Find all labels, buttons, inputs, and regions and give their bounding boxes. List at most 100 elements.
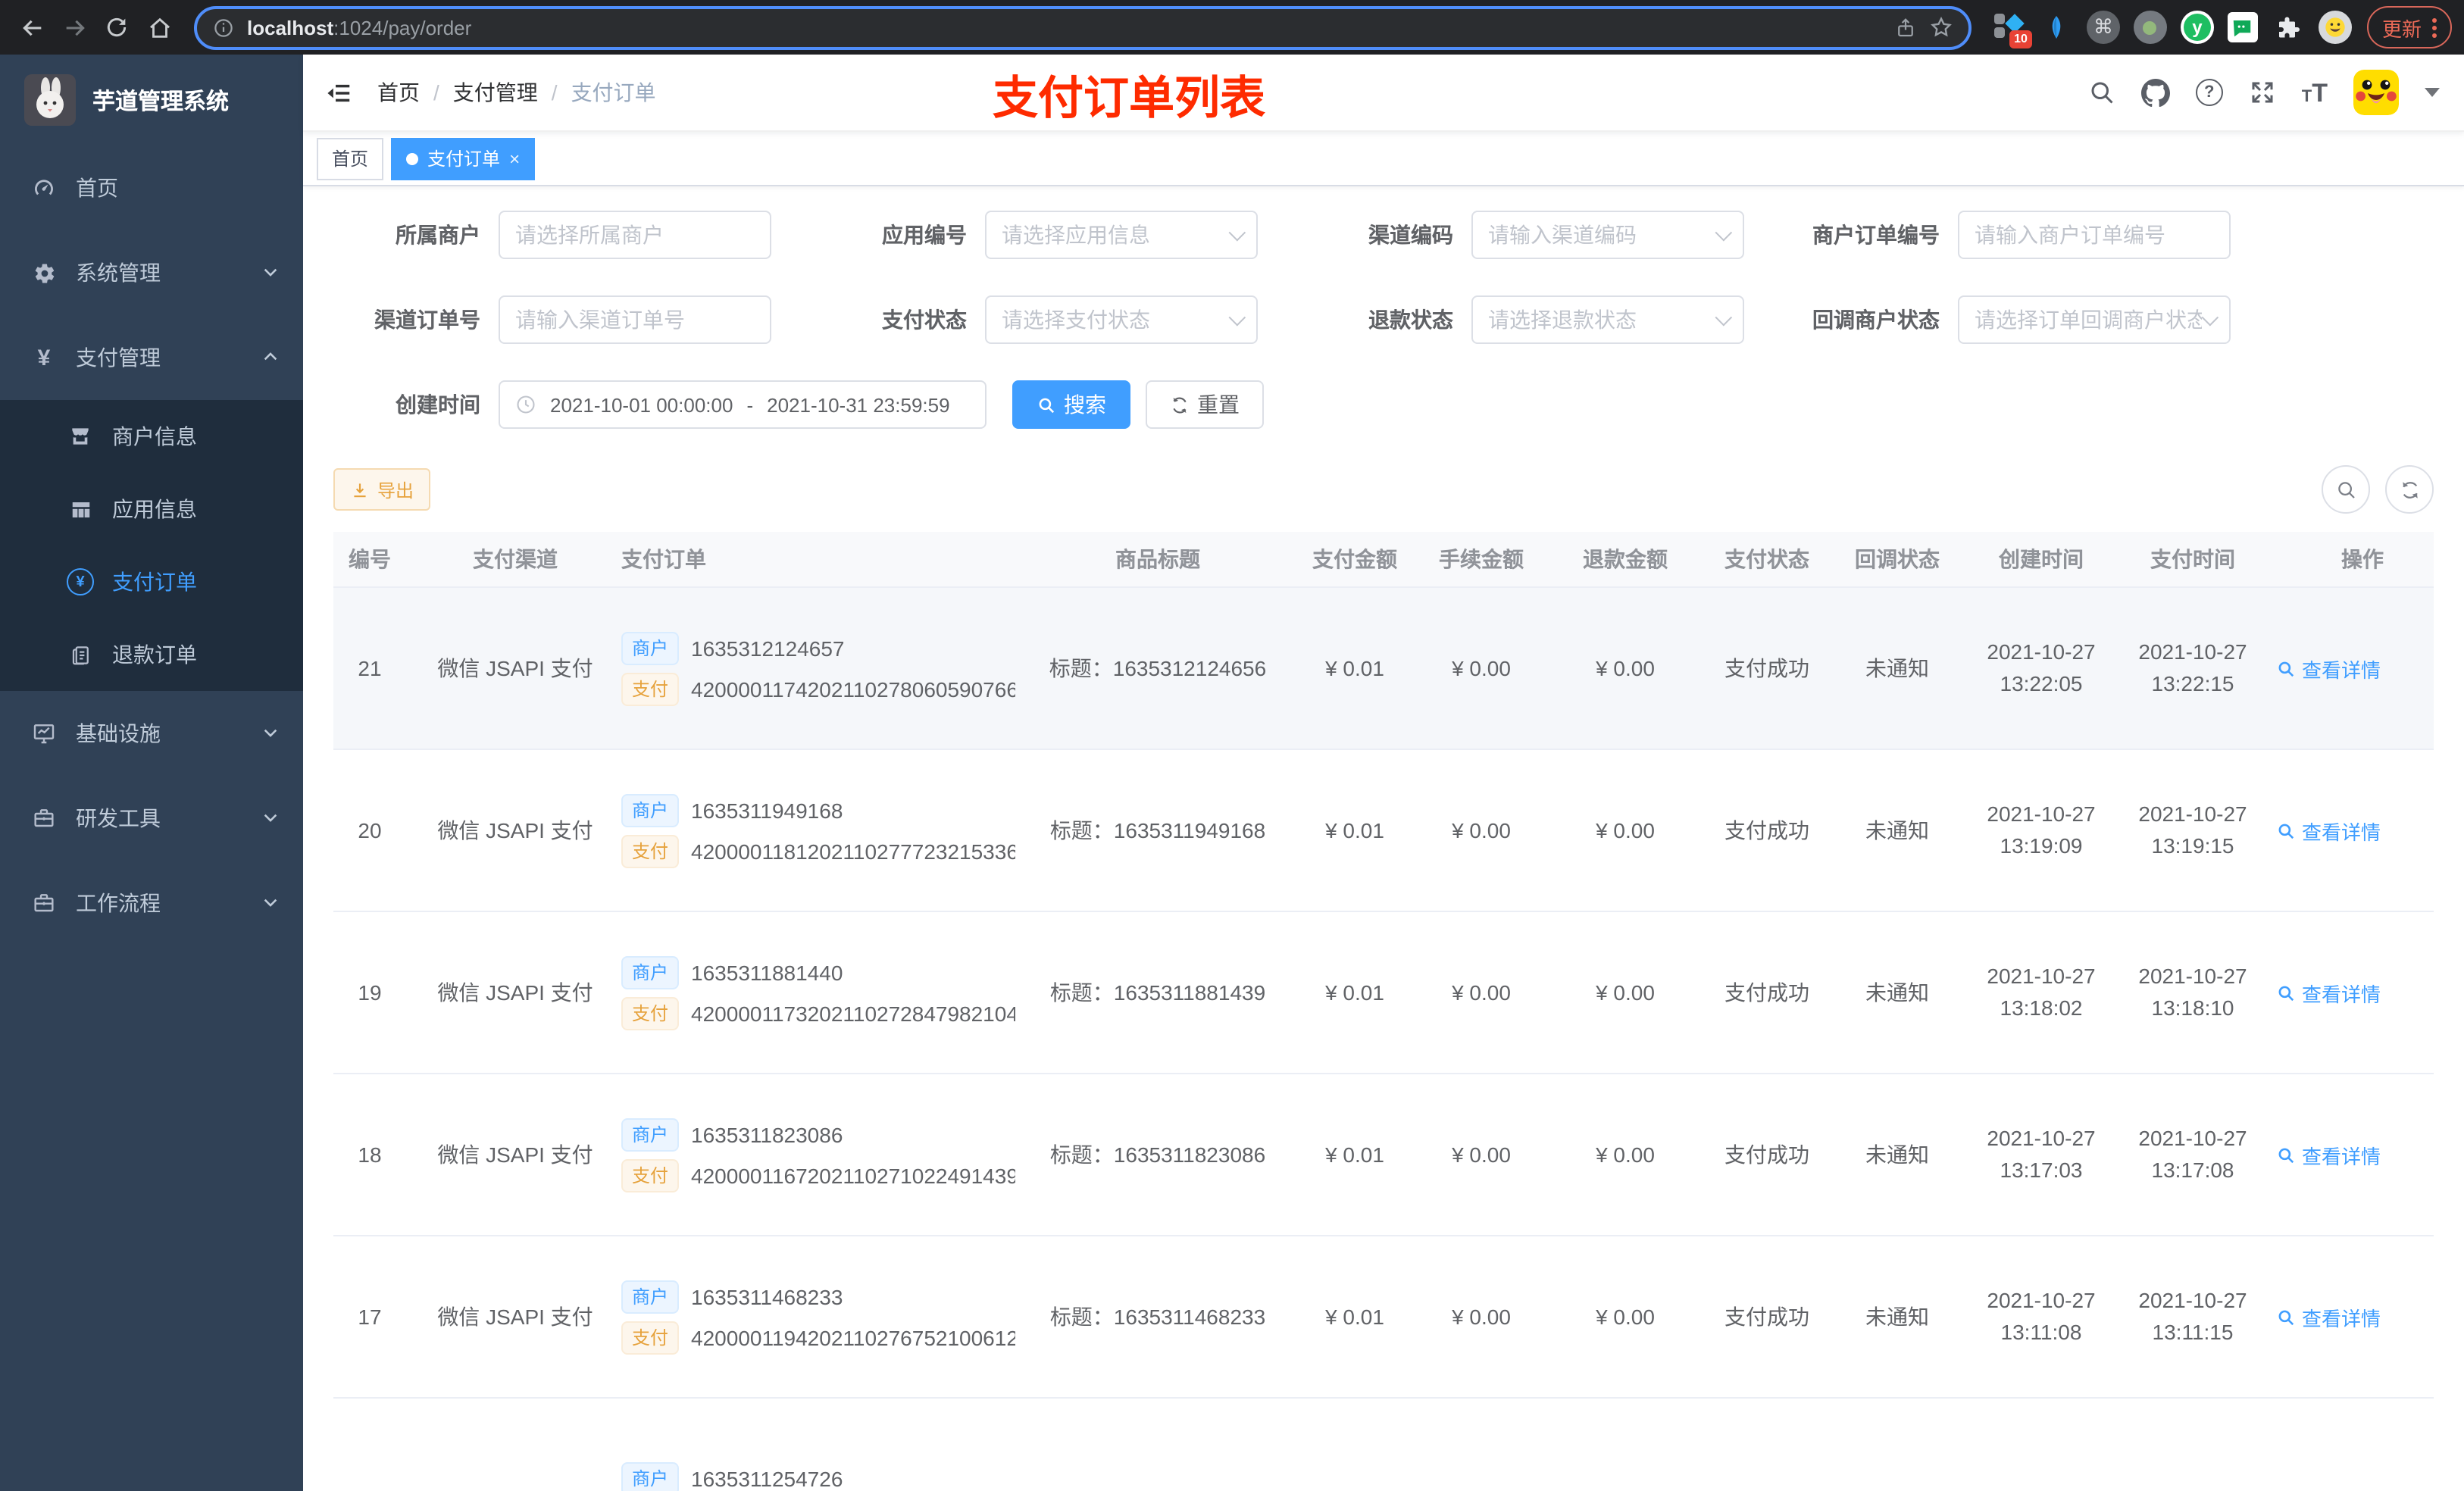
export-button[interactable]: 导出	[333, 468, 431, 511]
cell-channel	[424, 1398, 606, 1491]
reset-button-label: 重置	[1197, 392, 1240, 417]
sidebar-item-label: 工作流程	[76, 891, 161, 915]
sidebar-item-payment[interactable]: ¥ 支付管理	[0, 315, 303, 400]
bookmark-star-icon[interactable]	[1929, 15, 1953, 39]
profile-emoji-icon[interactable]	[2318, 11, 2352, 44]
fullscreen-icon[interactable]	[2249, 79, 2276, 106]
reload-icon[interactable]	[97, 8, 136, 47]
cell-action: 查看详情	[2261, 1074, 2434, 1236]
cell-action: 查看详情	[2261, 1236, 2434, 1399]
placeholder-text: 请输入渠道编码	[1488, 223, 1637, 247]
yen-circle-icon: ¥	[67, 568, 94, 595]
extension-command-icon[interactable]: ⌘	[2086, 11, 2120, 44]
filter-merchant-input[interactable]: 请选择所属商户	[499, 211, 771, 259]
browser-menu-icon[interactable]	[2432, 17, 2437, 37]
merchant-tag: 商户	[621, 955, 680, 989]
chrome-update-button[interactable]: 更新	[2366, 6, 2452, 48]
extension-y-icon[interactable]: y	[2180, 11, 2214, 44]
search-icon[interactable]	[2088, 79, 2115, 106]
col-header-refund: 退款金额	[1553, 532, 1697, 588]
sidebar-item-workflow[interactable]: 工作流程	[0, 861, 303, 946]
tab-pay-order[interactable]: 支付订单 ×	[391, 137, 536, 180]
orders-table-wrap: 编号 支付渠道 支付订单 商品标题 支付金额 手续金额 退款金额 支付状态 回调状态 创建时间 支付…	[333, 532, 2434, 1491]
address-bar[interactable]: localhost:1024/pay/order	[194, 5, 1972, 49]
browser-toolbar: localhost:1024/pay/order 10 ⌘ y 更新	[0, 0, 2464, 55]
font-size-icon[interactable]: TT	[2302, 80, 2328, 105]
toggle-search-icon[interactable]	[2322, 465, 2370, 514]
extension-chat-icon[interactable]	[2227, 12, 2258, 42]
sidebar-item-app-info[interactable]: 应用信息	[0, 473, 303, 545]
close-icon[interactable]: ×	[509, 149, 520, 167]
home-icon[interactable]	[139, 8, 179, 47]
view-detail-link[interactable]: 查看详情	[2276, 1140, 2381, 1169]
filter-field-merchant: 所属商户 请选择所属商户	[333, 211, 771, 259]
sidebar-item-infra[interactable]: 基础设施	[0, 691, 303, 776]
paid-time: 13:22:15	[2151, 671, 2234, 695]
extension-vue-devtools-icon[interactable]: 10	[1993, 11, 2032, 48]
filter-pay-status-select[interactable]: 请选择支付状态	[985, 295, 1258, 344]
sidebar-collapse-icon[interactable]	[324, 78, 353, 107]
magnifier-icon	[2278, 823, 2294, 839]
tab-home[interactable]: 首页	[317, 137, 384, 180]
date-range-picker[interactable]: 2021-10-01 00:00:00 - 2021-10-31 23:59:5…	[499, 380, 987, 429]
sidebar-item-pay-order[interactable]: ¥ 支付订单	[0, 545, 303, 618]
view-detail-link[interactable]: 查看详情	[2276, 1302, 2381, 1331]
filter-app-id-select[interactable]: 请选择应用信息	[985, 211, 1258, 259]
sidebar-item-label: 支付订单	[112, 570, 197, 594]
cell-fee	[1409, 1398, 1553, 1491]
col-header-amount: 支付金额	[1300, 532, 1409, 588]
sidebar-item-home[interactable]: 首页	[0, 145, 303, 230]
table-row-partial: 商户 1635311254726	[333, 1398, 2434, 1491]
view-detail-label: 查看详情	[2302, 1145, 2381, 1167]
filter-label-notify-status: 回调商户状态	[1812, 308, 1940, 332]
extension-balloon-icon[interactable]	[2040, 11, 2073, 44]
refresh-icon[interactable]	[2385, 465, 2434, 514]
sidebar-item-system[interactable]: 系统管理	[0, 230, 303, 315]
active-dot	[406, 152, 419, 164]
reset-button[interactable]: 重置	[1146, 380, 1264, 429]
date-separator: -	[746, 393, 754, 416]
filter-channel-order-no-input[interactable]: 请输入渠道订单号	[499, 295, 771, 344]
view-detail-link[interactable]: 查看详情	[2276, 978, 2381, 1007]
magnifier-icon	[2278, 661, 2294, 677]
cell-order: 商户 1635311823086 支付 42000011672021102710224…	[606, 1074, 1015, 1236]
search-button[interactable]: 搜索	[1012, 380, 1130, 429]
col-header-paid: 支付时间	[2125, 532, 2261, 588]
github-icon[interactable]	[2140, 78, 2170, 107]
shop-icon	[67, 424, 94, 449]
sidebar-item-refund-order[interactable]: 退款订单	[0, 618, 303, 691]
cell-id: 18	[333, 1074, 424, 1236]
user-avatar[interactable]	[2353, 70, 2399, 115]
paid-time: 13:17:08	[2151, 1158, 2234, 1182]
extensions-puzzle-icon[interactable]	[2272, 11, 2305, 44]
cell-paid: 2021-10-27 13:11:15	[2125, 1236, 2261, 1399]
cell-order: 商户 1635311949168 支付 42000011812021102777232…	[606, 749, 1015, 912]
caret-down-icon[interactable]	[2425, 88, 2440, 97]
site-info-icon[interactable]	[212, 16, 235, 39]
filter-label-create-time: 创建时间	[396, 392, 480, 417]
magnifier-icon	[2278, 1147, 2294, 1163]
forward-icon[interactable]	[55, 8, 94, 47]
paid-date: 2021-10-27	[2138, 639, 2247, 664]
filter-channel-code-select[interactable]: 请输入渠道编码	[1471, 211, 1744, 259]
filter-notify-status-select[interactable]: 请选择订单回调商户状态	[1958, 295, 2231, 344]
paid-time: 13:11:15	[2152, 1320, 2234, 1344]
help-icon[interactable]: ?	[2195, 79, 2223, 106]
sidebar-item-label: 应用信息	[112, 497, 197, 521]
filter-refund-status-select[interactable]: 请选择退款状态	[1471, 295, 1744, 344]
view-detail-link[interactable]: 查看详情	[2276, 654, 2381, 683]
top-navbar: 首页 / 支付管理 / 支付订单 支付订单列表 ? TT	[303, 55, 2464, 132]
y-glyph: y	[2183, 14, 2211, 41]
col-header-title: 商品标题	[1015, 532, 1300, 588]
extension-dot-icon[interactable]	[2133, 11, 2167, 44]
view-detail-link[interactable]: 查看详情	[2276, 816, 2381, 845]
sidebar-item-merchant-info[interactable]: 商户信息	[0, 400, 303, 473]
orders-table: 编号 支付渠道 支付订单 商品标题 支付金额 手续金额 退款金额 支付状态 回调状态 创建时间 支付…	[333, 532, 2434, 1491]
pay-order-line: 支付 4200001173202110272847982104	[621, 996, 1015, 1030]
cell-order: 商户 1635311881440 支付 42000011732021102728479…	[606, 911, 1015, 1074]
breadcrumb-home[interactable]: 首页	[377, 77, 420, 108]
back-icon[interactable]	[12, 8, 52, 47]
share-icon[interactable]	[1894, 16, 1917, 39]
filter-merchant-order-no-input[interactable]: 请输入商户订单编号	[1958, 211, 2231, 259]
sidebar-item-dev-tools[interactable]: 研发工具	[0, 776, 303, 861]
